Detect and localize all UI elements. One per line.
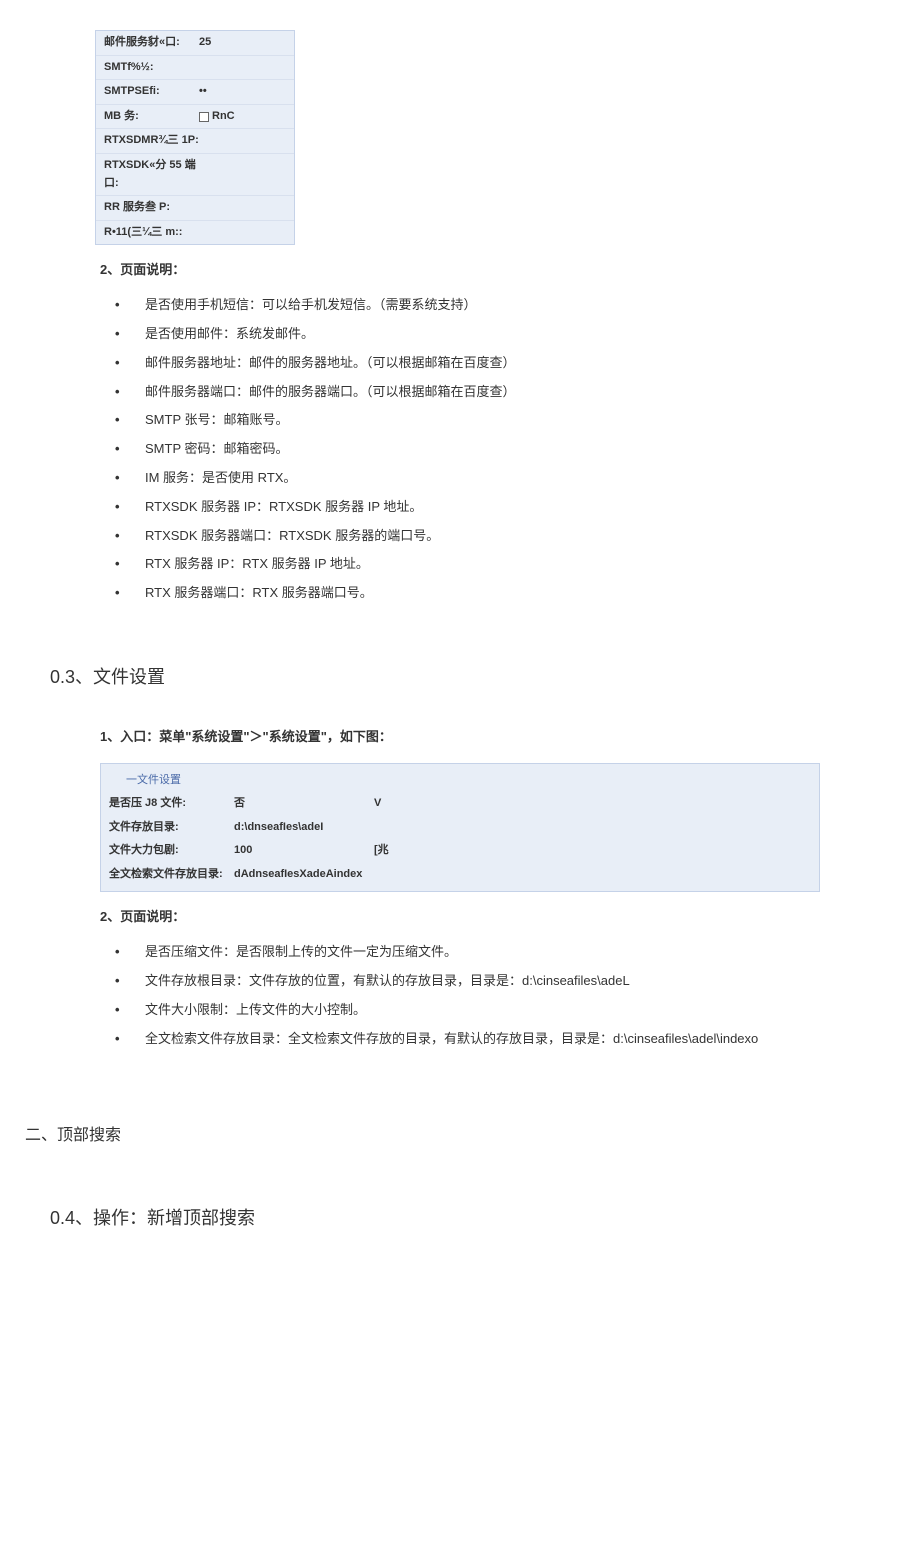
panel-row: R•11(三¼三 m::	[96, 221, 294, 245]
list-item: RTX 服务器端口：RTX 服务器端口号。	[115, 579, 870, 608]
panel-row: 全文检索文件存放目录: dAdnseafIesXadeAindex	[101, 863, 819, 887]
panel-value: d:\dnseafIes\adeI	[234, 819, 354, 837]
panel-value: 100	[234, 842, 354, 860]
list-item: 邮件服务器地址：邮件的服务器地址。（可以根据邮箱在百度查）	[115, 349, 870, 378]
entry-text-1: 1、入口：菜单"系统设置"＞"系统设置"，如下图：	[100, 727, 870, 748]
panel-label: 是否压 J8 文件:	[109, 795, 234, 813]
panel-label: 文件大力包剧:	[109, 842, 234, 860]
panel-row: RR 服务叁 P:	[96, 196, 294, 221]
panel-label: 文件存放目录:	[109, 819, 234, 837]
config-panel-2: 一文件设置 是否压 J8 文件: 否 V 文件存放目录: d:\dnseafIe…	[100, 763, 820, 893]
panel-value	[199, 224, 286, 242]
panel-label: RTXSDMR¾三 1P:	[104, 132, 199, 150]
panel-label: 邮件服务豺«口:	[104, 34, 199, 52]
list-item: RTX 服务器 IP：RTX 服务器 IP 地址。	[115, 550, 870, 579]
list-item: 邮件服务器端口：邮件的服务器端口。（可以根据邮箱在百度查）	[115, 378, 870, 407]
checkbox-label: RnC	[212, 108, 235, 126]
list-item: 是否压缩文件：是否限制上传的文件一定为压缩文件。	[115, 938, 870, 967]
panel-value: 25	[199, 34, 286, 52]
heading-03: 0.3、文件设置	[50, 663, 870, 692]
list-item: SMTP 密码：邮箱密码。	[115, 435, 870, 464]
panel-label: 全文检索文件存放目录:	[109, 866, 234, 884]
list-item: RTXSDK 服务器 IP：RTXSDK 服务器 IP 地址。	[115, 493, 870, 522]
list-item: 全文检索文件存放目录：全文检索文件存放的目录，有默认的存放目录，目录是：d:\c…	[115, 1025, 870, 1054]
panel-row: 文件存放目录: d:\dnseafIes\adeI	[101, 816, 819, 840]
list-item: 是否使用手机短信：可以给手机发短信。（需要系统支持）	[115, 291, 870, 320]
panel-label: RR 服务叁 P:	[104, 199, 199, 217]
panel-row: MB 务: RnC	[96, 105, 294, 130]
heading-2: 二、顶部搜索	[25, 1123, 870, 1149]
panel-row: RTXSDMR¾三 1P:	[96, 129, 294, 154]
bullet-list-1: 是否使用手机短信：可以给手机发短信。（需要系统支持） 是否使用邮件：系统发邮件。…	[115, 291, 870, 608]
panel-label: RTXSDK«分 55 端口:	[104, 157, 199, 192]
panel-row: SMTf%½:	[96, 56, 294, 81]
panel-row: 是否压 J8 文件: 否 V	[101, 792, 819, 816]
section-header: 2、页面说明：	[100, 907, 870, 928]
list-item: IM 服务：是否使用 RTX。	[115, 464, 870, 493]
config-panel-1: 邮件服务豺«口: 25 SMTf%½: SMTPSEfi: •• MB 务: R…	[95, 30, 295, 245]
panel-row: SMTPSEfi: ••	[96, 80, 294, 105]
panel-value: 否	[234, 795, 354, 813]
section-header: 2、页面说明：	[100, 260, 870, 281]
panel-value	[199, 157, 286, 192]
list-item: 是否使用邮件：系统发邮件。	[115, 320, 870, 349]
list-item: RTXSDK 服务器端口：RTXSDK 服务器的端口号。	[115, 522, 870, 551]
spacer	[50, 1268, 870, 1518]
panel-value	[199, 59, 286, 77]
panel-label: MB 务:	[104, 108, 199, 126]
bullet-list-2: 是否压缩文件：是否限制上传的文件一定为压缩文件。 文件存放根目录：文件存放的位置…	[115, 938, 870, 1053]
heading-04: 0.4、操作：新增顶部搜索	[50, 1204, 870, 1233]
list-item: 文件大小限制：上传文件的大小控制。	[115, 996, 870, 1025]
panel-unit: [兆	[374, 842, 389, 860]
panel-value	[199, 132, 286, 150]
panel-value: RnC	[199, 108, 286, 126]
checkbox-icon[interactable]	[199, 112, 209, 122]
panel-row: 邮件服务豺«口: 25	[96, 31, 294, 56]
panel-value: ••	[199, 83, 286, 101]
list-item: 文件存放根目录：文件存放的位置，有默认的存放目录，目录是：d:\cinseafi…	[115, 967, 870, 996]
panel-unit: V	[374, 795, 381, 813]
panel-row: 文件大力包剧: 100 [兆	[101, 839, 819, 863]
panel-value: dAdnseafIesXadeAindex	[234, 866, 362, 884]
panel-label: R•11(三¼三 m::	[104, 224, 199, 242]
panel-row: RTXSDK«分 55 端口:	[96, 154, 294, 196]
list-item: SMTP 张号：邮箱账号。	[115, 406, 870, 435]
panel-label: SMTf%½:	[104, 59, 199, 77]
panel-label: SMTPSEfi:	[104, 83, 199, 101]
panel-value	[199, 199, 286, 217]
panel-title: 一文件设置	[101, 769, 819, 793]
